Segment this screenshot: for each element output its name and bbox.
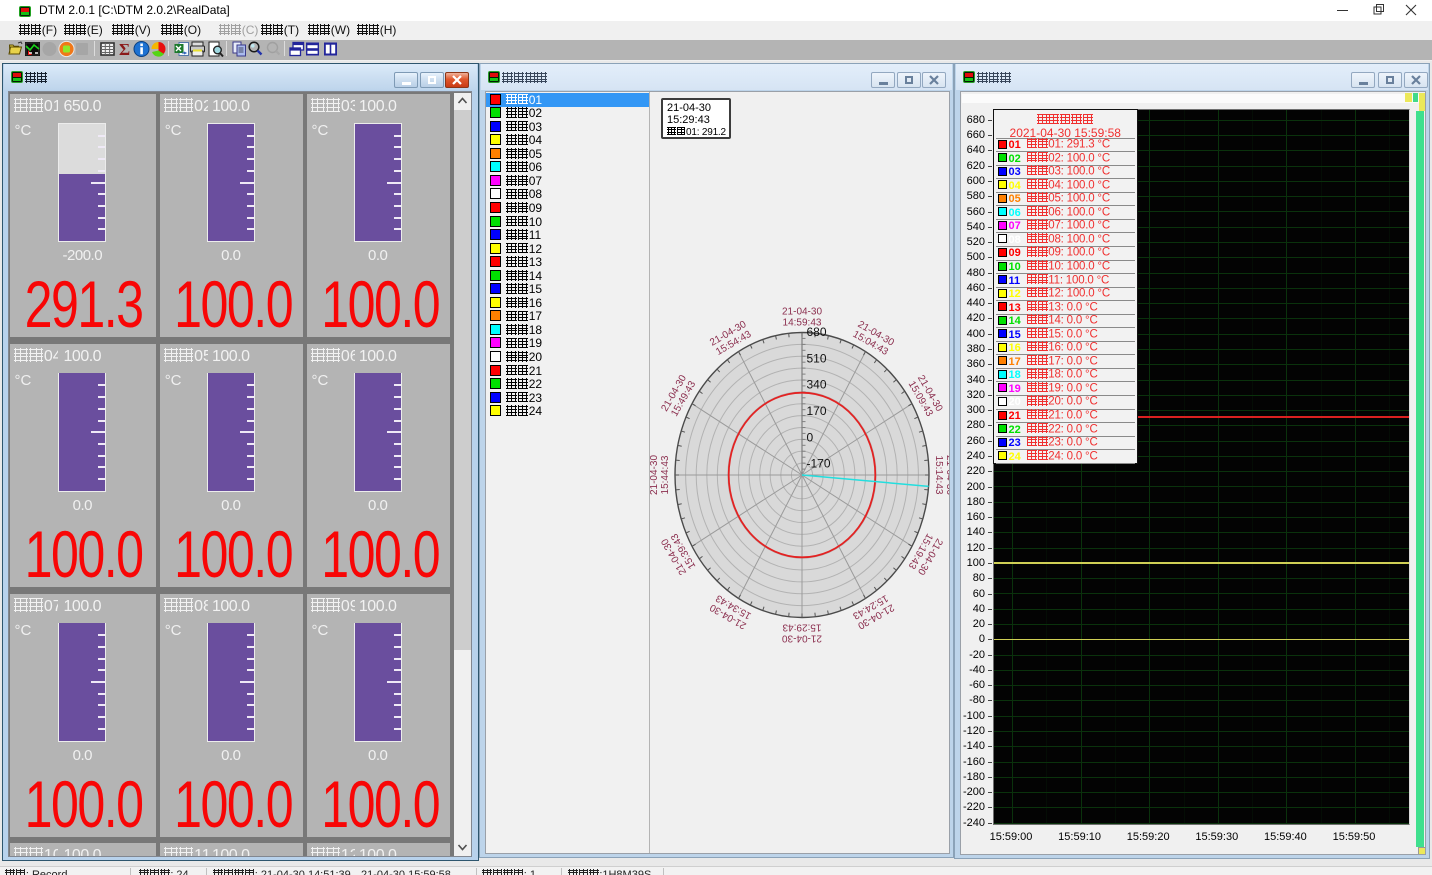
svg-text:21-04-30: 21-04-30 [782, 633, 822, 644]
svg-text:21-04-30: 21-04-30 [649, 455, 660, 495]
svg-text:15:29:43: 15:29:43 [782, 622, 821, 633]
svg-text:-170: -170 [807, 457, 831, 471]
svg-text:Σ: Σ [118, 40, 129, 58]
svg-text:340: 340 [807, 378, 827, 392]
svg-text:15:44:43: 15:44:43 [660, 455, 671, 494]
svg-text:0: 0 [807, 430, 814, 444]
svg-text:14:59:43: 14:59:43 [783, 318, 822, 329]
svg-text:21-04-30: 21-04-30 [782, 307, 822, 318]
svg-text:170: 170 [807, 404, 827, 418]
svg-text:510: 510 [807, 351, 827, 365]
svg-text:15:14:43: 15:14:43 [933, 456, 944, 495]
